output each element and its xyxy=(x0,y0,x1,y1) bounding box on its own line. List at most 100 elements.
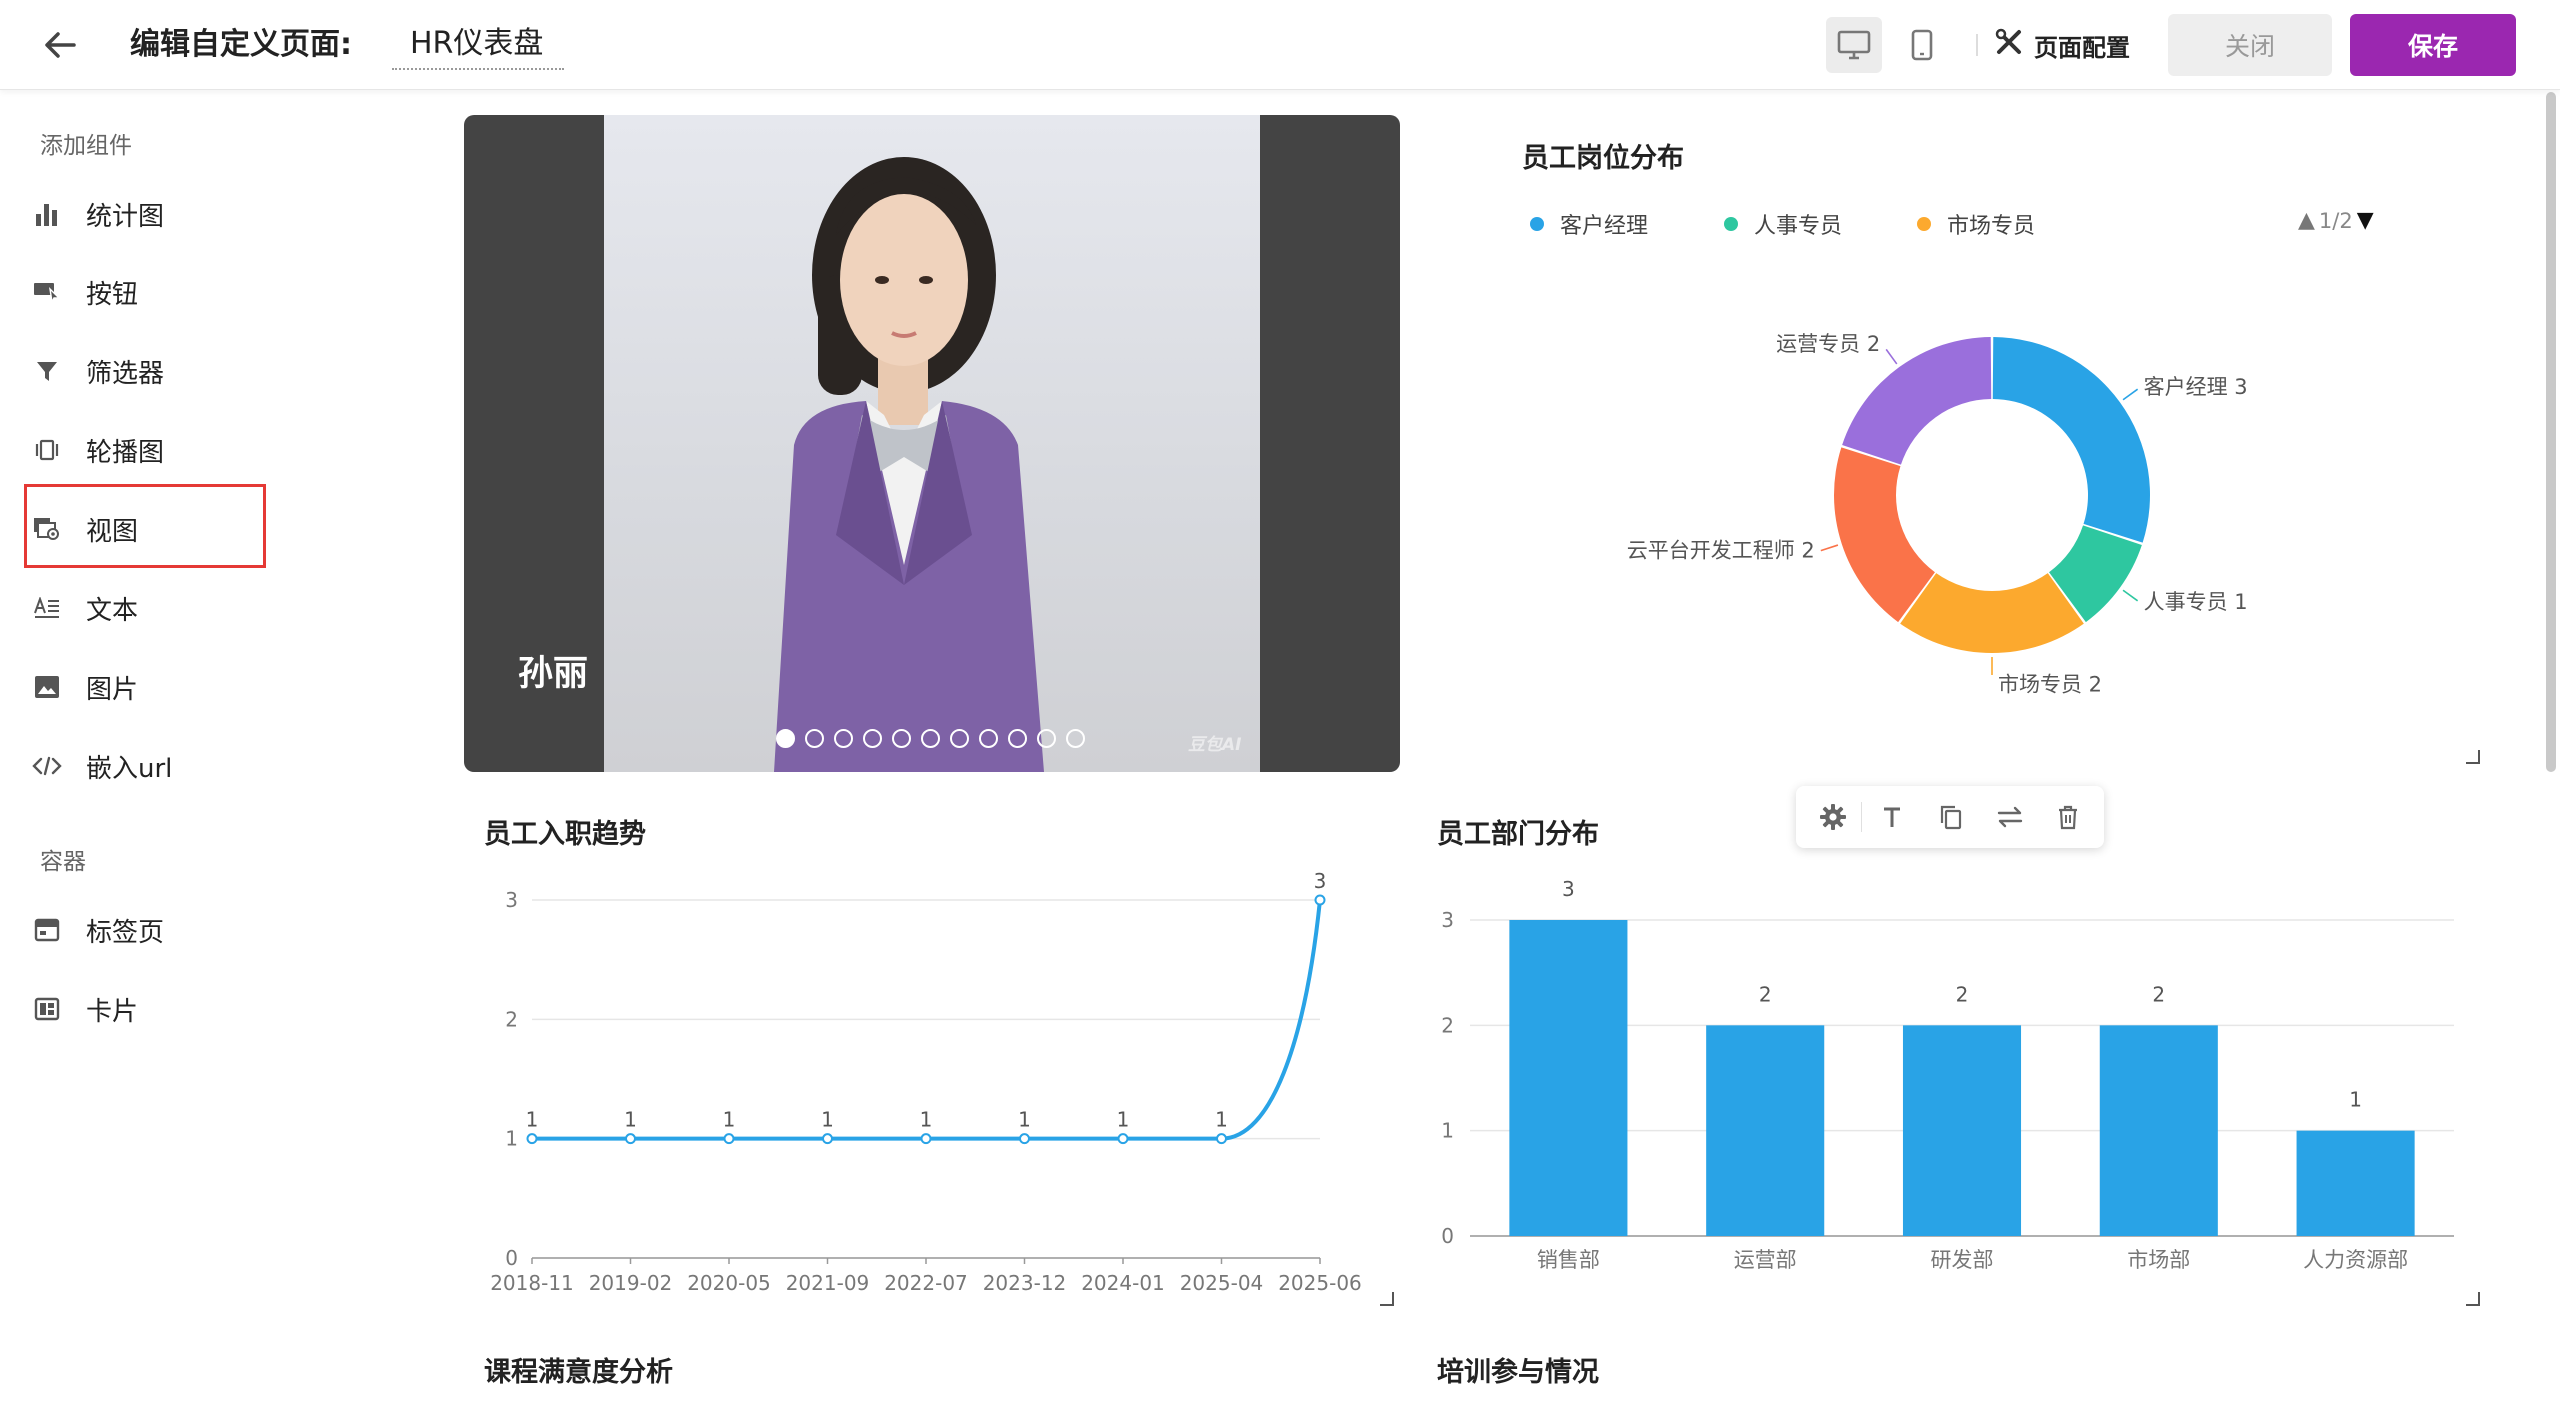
y-tick-label: 3 xyxy=(1441,908,1454,932)
donut-slice[interactable] xyxy=(1842,337,1992,465)
carousel-dot[interactable] xyxy=(804,729,824,748)
data-point[interactable] xyxy=(526,1133,538,1145)
donut-slice[interactable] xyxy=(1834,447,1935,623)
x-tick-label: 研发部 xyxy=(1931,1248,1994,1272)
carousel-dot[interactable] xyxy=(862,729,882,748)
sidebar-item-label: 标签页 xyxy=(86,917,165,948)
data-point[interactable] xyxy=(1019,1133,1030,1145)
bar[interactable] xyxy=(2296,1130,2415,1236)
swap-icon[interactable] xyxy=(1987,793,2033,841)
slice-label: 云平台开发工程师 2 xyxy=(1627,539,1815,563)
header-title: 编辑自定义页面: xyxy=(130,27,352,62)
sidebar-item-text[interactable]: 文本 xyxy=(30,573,260,643)
data-point[interactable] xyxy=(920,1133,932,1145)
bar-chart: 0 1 2 3 3 销售部 2 运营部 2 研发部 2 市场部 1 人力资源部 xyxy=(1441,877,2454,1272)
y-tick-label: 1 xyxy=(1441,1119,1454,1143)
close-button[interactable]: 关闭 xyxy=(2168,14,2332,76)
bar[interactable] xyxy=(1509,920,1628,1236)
data-point[interactable] xyxy=(822,1133,833,1145)
mobile-view-icon[interactable] xyxy=(1894,17,1950,73)
sidebar-item-filter[interactable]: 筛选器 xyxy=(30,336,260,406)
sidebar-item-card[interactable]: 卡片 xyxy=(30,974,260,1044)
sidebar-item-button[interactable]: 按钮 xyxy=(30,257,260,327)
widget-toolbar xyxy=(1796,786,2104,848)
carousel-dot[interactable] xyxy=(891,729,911,748)
carousel-widget[interactable]: 孙丽 豆包AI xyxy=(464,115,1400,772)
back-arrow-icon[interactable] xyxy=(38,22,84,68)
resize-handle-icon[interactable] xyxy=(2466,1292,2480,1306)
carousel-dot[interactable] xyxy=(1007,729,1027,748)
legend-item[interactable]: 市场专员 xyxy=(1917,208,2035,240)
page-name-field[interactable]: HR仪表盘 xyxy=(392,20,564,70)
x-tick-label: 2023-12 xyxy=(983,1271,1067,1295)
bar-value-label: 3 xyxy=(1562,877,1575,901)
carousel-dot[interactable] xyxy=(949,729,969,748)
settings-gear-icon[interactable] xyxy=(1810,793,1856,841)
x-tick-label: 2019-02 xyxy=(589,1271,673,1295)
data-point[interactable] xyxy=(625,1133,636,1145)
sidebar-item-tabs[interactable]: 标签页 xyxy=(30,895,260,965)
sidebar-item-chart[interactable]: 统计图 xyxy=(30,179,260,249)
section-title-container: 容器 xyxy=(40,849,86,875)
resize-handle-icon[interactable] xyxy=(1380,1292,1394,1306)
data-label: 1 xyxy=(1018,1108,1031,1132)
carousel-dot[interactable] xyxy=(978,729,998,748)
x-tick-label: 市场部 xyxy=(2127,1248,2190,1272)
save-button[interactable]: 保存 xyxy=(2350,14,2516,76)
sidebar-item-carousel[interactable]: 轮播图 xyxy=(30,415,260,485)
resize-handle-icon[interactable] xyxy=(2466,750,2480,764)
data-point[interactable] xyxy=(1314,894,1326,906)
bar-value-label: 2 xyxy=(1759,982,1772,1006)
data-point[interactable] xyxy=(1117,1133,1129,1145)
carousel-icon xyxy=(30,433,64,467)
bar[interactable] xyxy=(1706,1025,1825,1236)
training-chart-title: 培训参与情况 xyxy=(1437,1357,1599,1388)
legend-label: 市场专员 xyxy=(1947,214,2036,239)
sidebar-item-image[interactable]: 图片 xyxy=(30,652,260,722)
slice-label-line xyxy=(1885,348,1898,365)
slice-label: 人事专员 1 xyxy=(2144,590,2248,614)
data-point[interactable] xyxy=(1216,1133,1227,1145)
vertical-scrollbar[interactable] xyxy=(2546,92,2556,772)
legend-page-up-icon[interactable]: ▲ xyxy=(2298,208,2315,233)
x-tick-label: 2021-09 xyxy=(786,1271,870,1295)
code-icon xyxy=(30,749,64,783)
x-tick-label: 2022-07 xyxy=(884,1271,968,1295)
donut-slice[interactable] xyxy=(1992,337,2150,543)
page-config-button[interactable]: 页面配置 xyxy=(1994,24,2130,66)
sidebar-item-label: 图片 xyxy=(86,674,139,705)
position-chart-title: 员工岗位分布 xyxy=(1522,143,1684,174)
y-tick-label: 2 xyxy=(505,1007,518,1031)
y-tick-label: 0 xyxy=(1441,1224,1454,1248)
selection-highlight-box xyxy=(24,484,266,568)
text-title-icon[interactable] xyxy=(1870,793,1916,841)
x-tick-label: 2024-01 xyxy=(1081,1271,1165,1295)
legend-item[interactable]: 人事专员 xyxy=(1724,208,1842,240)
carousel-dot[interactable] xyxy=(1036,729,1056,748)
sidebar-item-label: 轮播图 xyxy=(86,437,165,468)
slice-label-line xyxy=(2122,589,2139,602)
copy-icon[interactable] xyxy=(1928,793,1974,841)
carousel-dot[interactable] xyxy=(1065,729,1085,748)
desktop-view-icon[interactable] xyxy=(1826,17,1882,73)
sidebar-item-embed-url[interactable]: 嵌入url xyxy=(30,731,260,801)
y-tick-label: 3 xyxy=(505,888,518,912)
bar[interactable] xyxy=(1902,1025,2022,1236)
legend-pager: ▲ 1/2 ▼ xyxy=(2298,208,2374,233)
legend-item[interactable]: 客户经理 xyxy=(1530,208,1648,240)
filter-icon xyxy=(30,354,64,388)
trash-icon[interactable] xyxy=(2045,793,2091,841)
carousel-dot[interactable] xyxy=(833,729,853,748)
data-label: 1 xyxy=(821,1108,834,1132)
legend-swatch xyxy=(1724,217,1738,231)
donut-slice[interactable] xyxy=(1900,573,2084,653)
carousel-dot[interactable] xyxy=(775,729,795,748)
data-label: 1 xyxy=(920,1108,933,1132)
legend-page-down-icon[interactable]: ▼ xyxy=(2357,208,2374,233)
data-point[interactable] xyxy=(723,1133,735,1145)
bar[interactable] xyxy=(2099,1025,2218,1236)
donut-chart: 客户经理 3 人事专员 1 市场专员 2 云平台开发工程师 2 运营专员 2 xyxy=(1627,332,2248,697)
card-icon xyxy=(30,992,64,1026)
hire-chart-title: 员工入职趋势 xyxy=(484,819,646,850)
carousel-dot[interactable] xyxy=(920,729,940,748)
